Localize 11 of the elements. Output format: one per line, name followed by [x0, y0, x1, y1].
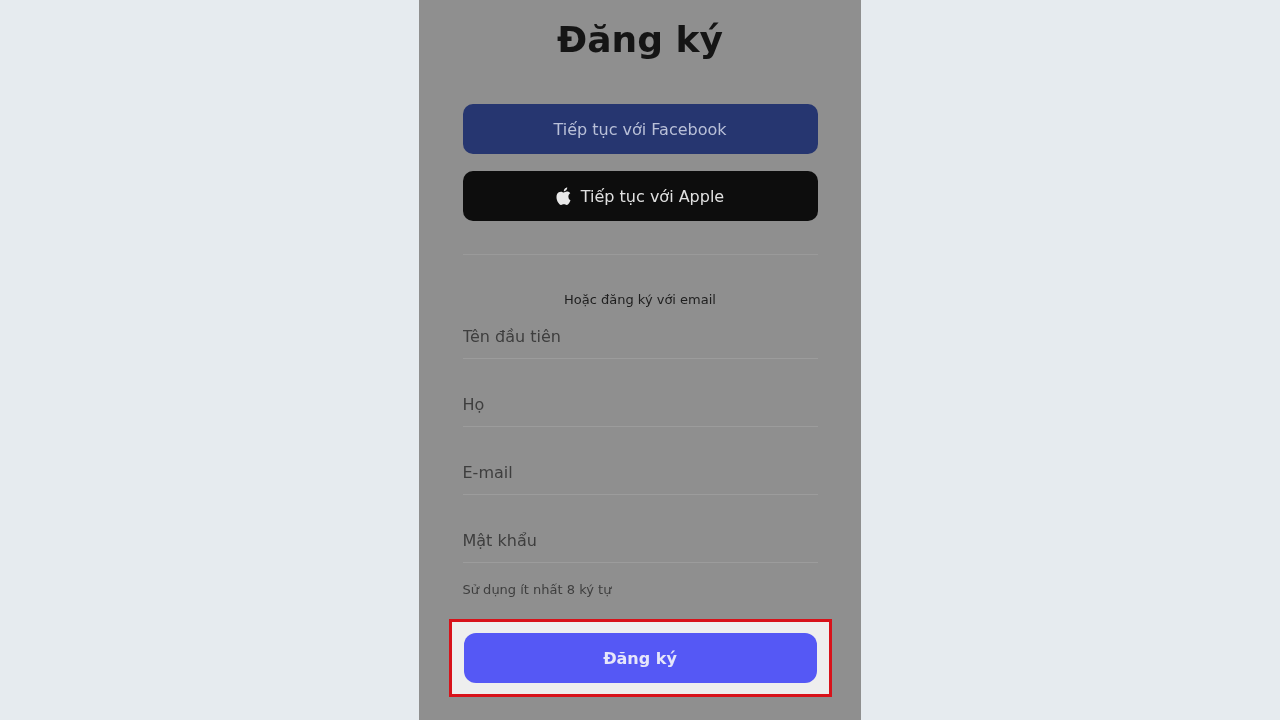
password-hint: Sử dụng ít nhất 8 ký tự: [462, 582, 613, 597]
page-title: Đăng ký: [557, 18, 723, 62]
apple-button[interactable]: Tiếp tục với Apple: [462, 171, 818, 221]
facebook-button[interactable]: Tiếp tục với Facebook: [462, 104, 818, 154]
apple-icon: [555, 187, 571, 205]
input-field[interactable]: Mật khẩu: [462, 519, 818, 563]
input-field[interactable]: E-mail: [462, 451, 818, 495]
input-field[interactable]: Tên đầu tiên: [462, 315, 818, 359]
input-field[interactable]: Họ: [462, 383, 818, 427]
separator-text: Hoặc đăng ký với email: [564, 292, 716, 307]
signup-button[interactable]: Đăng ký: [463, 633, 817, 683]
